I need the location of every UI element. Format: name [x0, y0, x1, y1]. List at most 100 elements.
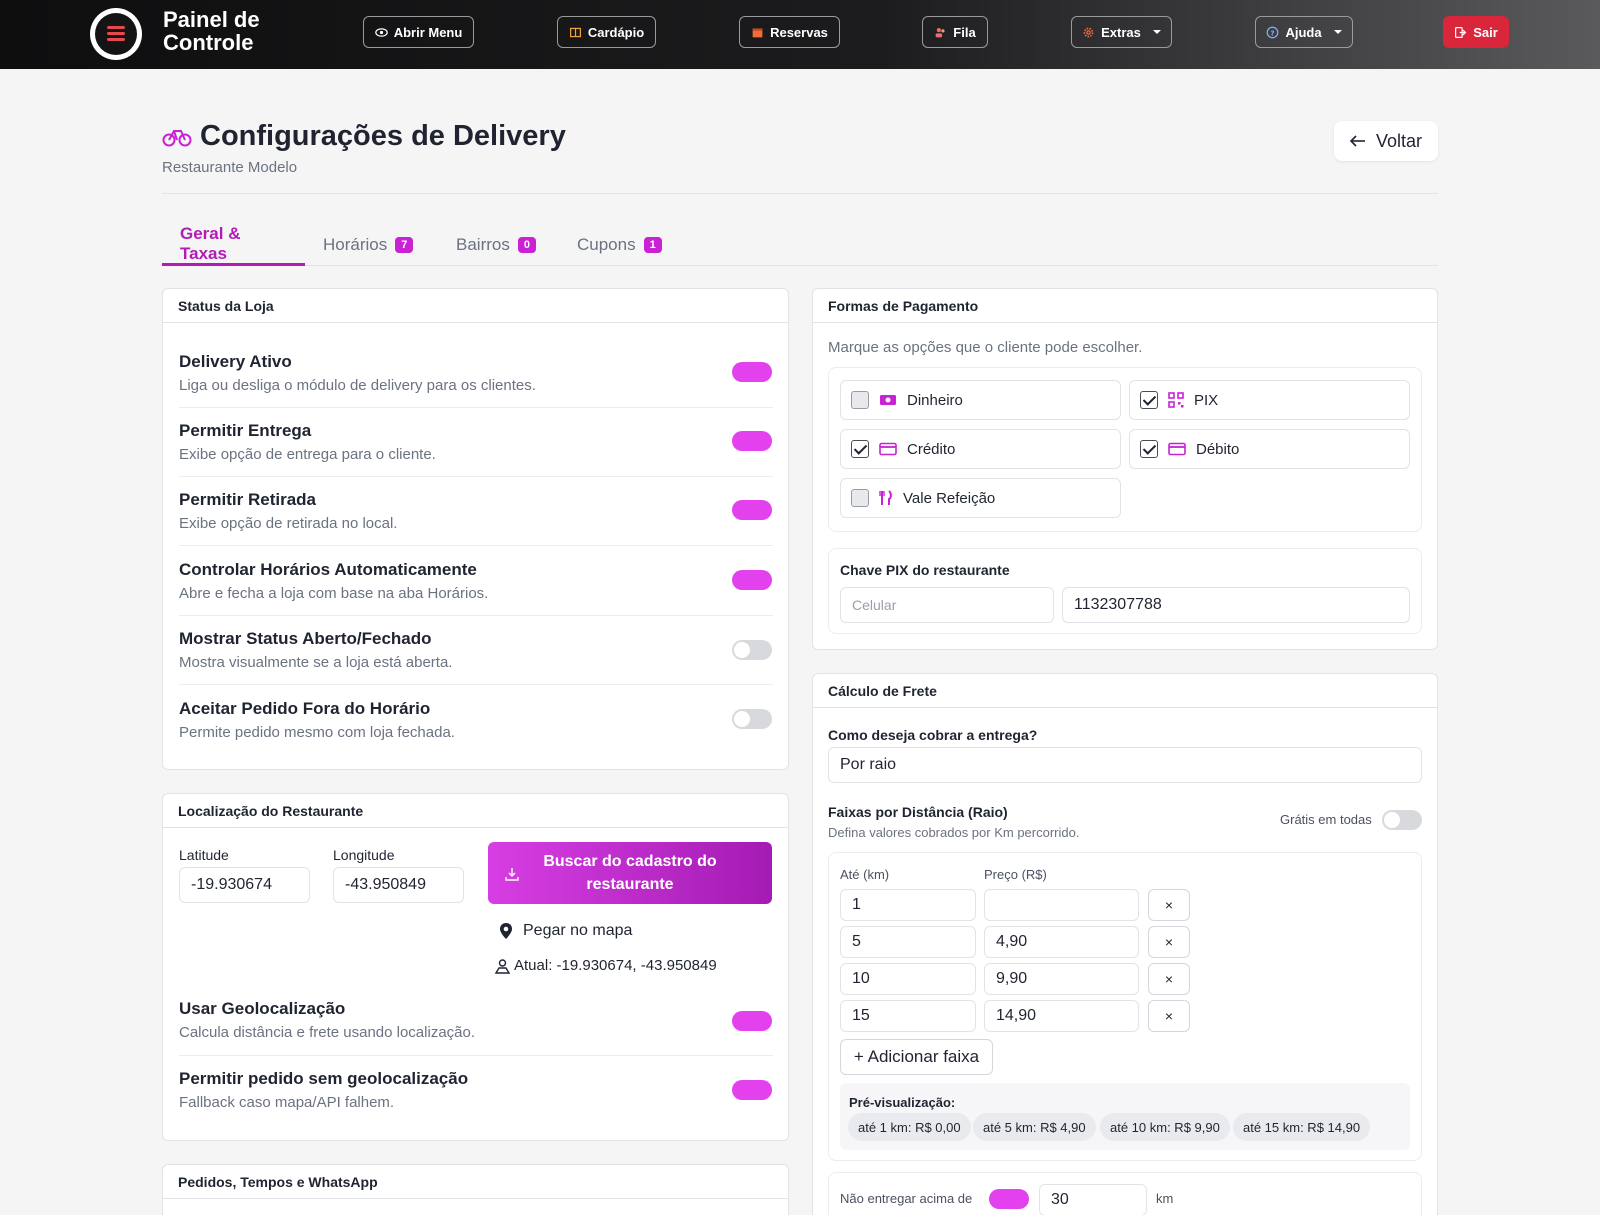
cardapio-label: Cardápio: [587, 24, 645, 40]
preview-label: Pré-visualização:: [849, 1095, 956, 1110]
shipping-method-select[interactable]: Por raio: [828, 747, 1422, 783]
reservas-label: Reservas: [770, 24, 828, 40]
payment-option-credito[interactable]: Crédito: [840, 429, 1121, 469]
pick-on-map-link[interactable]: Pegar no mapa: [499, 922, 632, 940]
auto-hours-toggle[interactable]: [732, 570, 772, 590]
setting-desc: Permite pedido mesmo com loja fechada.: [179, 724, 455, 741]
payment-option-debito[interactable]: Débito: [1129, 429, 1410, 469]
ranges-title: Faixas por Distância (Raio): [828, 804, 1008, 820]
pix-key-label: Chave PIX do restaurante: [840, 562, 1010, 578]
download-icon: [505, 868, 519, 881]
extras-label: Extras: [1101, 24, 1141, 40]
divider: [179, 407, 773, 408]
remove-range-button[interactable]: ×: [1148, 1000, 1190, 1032]
pix-key-input[interactable]: 1132307788: [1062, 587, 1410, 623]
after-hours-toggle[interactable]: [732, 709, 772, 729]
menu-book-icon: [569, 27, 581, 37]
app-logo[interactable]: [90, 8, 142, 60]
setting-title: Permitir Entrega: [179, 421, 312, 440]
pick-map-label: Pegar no mapa: [523, 922, 633, 939]
range-price-input[interactable]: 4,90: [984, 926, 1139, 958]
range-price-input[interactable]: 14,90: [984, 1000, 1139, 1032]
remove-range-button[interactable]: ×: [1148, 963, 1190, 995]
allow-without-geo-toggle[interactable]: [732, 1080, 772, 1100]
tab-label: Bairros: [456, 235, 510, 254]
ranges-desc: Defina valores cobrados por Km percorrid…: [828, 825, 1080, 840]
ajuda-dropdown[interactable]: ? Ajuda: [1255, 16, 1353, 48]
checkbox[interactable]: [851, 391, 869, 409]
tab-geral-taxas[interactable]: Geral & Taxas: [162, 224, 305, 266]
pix-type-select[interactable]: Celular: [840, 587, 1054, 623]
orders-card: Pedidos, Tempos e WhatsApp: [162, 1164, 789, 1215]
setting-desc: Exibe opção de entrega para o cliente.: [179, 446, 436, 463]
back-button[interactable]: Voltar: [1334, 121, 1438, 161]
card-icon: [879, 442, 897, 456]
setting-row: Mostrar Status Aberto/Fechado Mostra vis…: [179, 629, 773, 671]
checkbox[interactable]: [851, 440, 869, 458]
cardapio-button[interactable]: Cardápio: [557, 16, 656, 48]
range-price-input[interactable]: 9,90: [984, 963, 1139, 995]
fila-button[interactable]: Fila: [922, 16, 988, 48]
divider: [179, 1055, 773, 1056]
remove-range-button[interactable]: ×: [1148, 889, 1190, 921]
store-status-card: Status da Loja Delivery Ativo Liga ou de…: [162, 288, 789, 770]
card-icon: [1168, 442, 1186, 456]
fetch-label-2: restaurante: [586, 876, 674, 893]
fetch-from-restaurant-button[interactable]: Buscar do cadastro do restaurante: [488, 842, 772, 904]
remove-range-button[interactable]: ×: [1148, 926, 1190, 958]
tab-bairros[interactable]: Bairros 0: [438, 224, 554, 266]
setting-desc: Abre e fecha a loja com base na aba Horá…: [179, 585, 489, 602]
setting-row: Permitir Retirada Exibe opção de retirad…: [179, 490, 773, 532]
tab-cupons[interactable]: Cupons 1: [559, 224, 680, 266]
delivery-active-toggle[interactable]: [732, 362, 772, 382]
back-label: Voltar: [1375, 130, 1423, 151]
svg-text:?: ?: [1271, 28, 1275, 37]
add-range-button[interactable]: + Adicionar faixa: [840, 1039, 993, 1075]
divider: [179, 615, 773, 616]
longitude-label: Longitude: [333, 847, 395, 863]
free-all-toggle[interactable]: [1382, 810, 1422, 830]
setting-desc: Calcula distância e frete usando localiz…: [179, 1024, 476, 1041]
checkbox[interactable]: [1140, 391, 1158, 409]
show-status-toggle[interactable]: [732, 640, 772, 660]
allow-pickup-toggle[interactable]: [732, 500, 772, 520]
range-km-input[interactable]: 15: [840, 1000, 976, 1032]
current-coords: Atual: -19.930674, -43.950849: [495, 957, 717, 974]
page-title-row: Configurações de Delivery: [162, 120, 566, 153]
payment-option-vale-refeicao[interactable]: Vale Refeição: [840, 478, 1121, 518]
reservas-button[interactable]: Reservas: [739, 16, 840, 48]
max-distance-input[interactable]: 30: [1039, 1184, 1147, 1215]
checkbox[interactable]: [1140, 440, 1158, 458]
tab-horarios[interactable]: Horários 7: [305, 224, 431, 266]
range-price-input[interactable]: [984, 889, 1139, 921]
tab-label: Geral & Taxas: [180, 223, 241, 263]
payment-option-dinheiro[interactable]: Dinheiro: [840, 380, 1121, 420]
max-distance-toggle[interactable]: [989, 1189, 1029, 1209]
use-geolocation-toggle[interactable]: [732, 1011, 772, 1031]
sair-label: Sair: [1473, 24, 1498, 40]
payment-option-pix[interactable]: PIX: [1129, 380, 1410, 420]
queue-people-icon: [935, 27, 945, 37]
count-badge: 7: [395, 237, 414, 253]
latitude-input[interactable]: -19.930674: [179, 867, 310, 903]
setting-title: Usar Geolocalização: [179, 999, 346, 1018]
map-pin-icon: [500, 923, 512, 939]
range-km-input[interactable]: 10: [840, 963, 976, 995]
range-km-input[interactable]: 1: [840, 889, 976, 921]
range-km-input[interactable]: 5: [840, 926, 976, 958]
extras-dropdown[interactable]: Extras: [1071, 16, 1172, 48]
checkbox[interactable]: [851, 489, 869, 507]
page-subtitle: Restaurante Modelo: [162, 159, 298, 176]
open-menu-button[interactable]: Abrir Menu: [363, 16, 474, 48]
preview-chip: até 10 km: R$ 9,90: [1100, 1113, 1230, 1141]
setting-row: Aceitar Pedido Fora do Horário Permite p…: [179, 699, 773, 741]
divider: [179, 476, 773, 477]
sair-button[interactable]: Sair: [1443, 16, 1509, 48]
max-distance-label: Não entregar acima de: [840, 1191, 973, 1206]
chevron-down-icon: [1152, 30, 1161, 34]
payment-label: PIX: [1194, 391, 1219, 409]
setting-desc: Exibe opção de retirada no local.: [179, 515, 398, 532]
ajuda-label: Ajuda: [1285, 24, 1322, 40]
allow-delivery-toggle[interactable]: [732, 431, 772, 451]
longitude-input[interactable]: -43.950849: [333, 867, 464, 903]
